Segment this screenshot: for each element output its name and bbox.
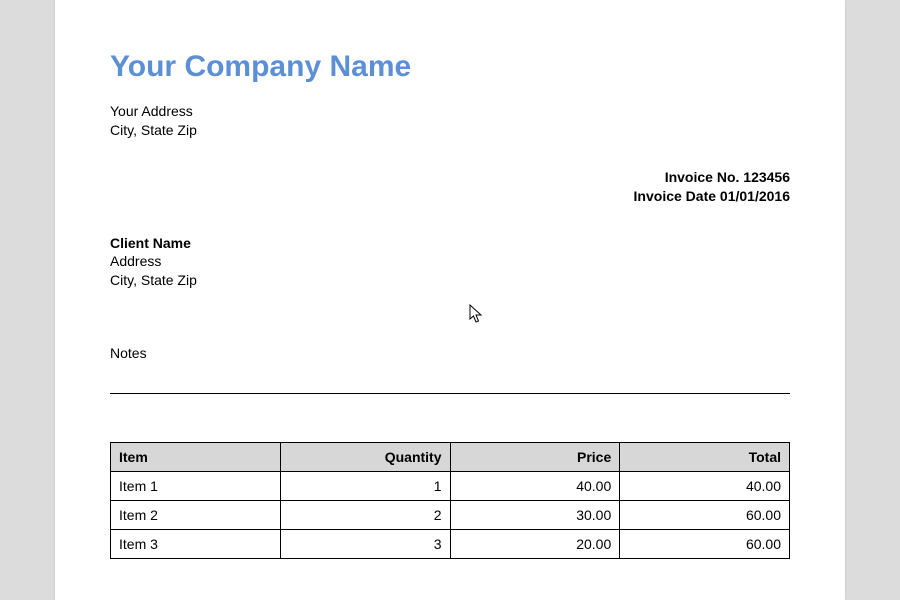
header-price: Price	[450, 443, 620, 472]
cell-total: 40.00	[620, 472, 790, 501]
table-header-row: Item Quantity Price Total	[111, 443, 790, 472]
cell-price: 30.00	[450, 501, 620, 530]
company-name: Your Company Name	[110, 50, 790, 84]
company-address: Your Address City, State Zip	[110, 102, 790, 140]
cell-item: Item 2	[111, 501, 281, 530]
invoice-number-value: 123456	[743, 169, 790, 185]
invoice-page: Your Company Name Your Address City, Sta…	[55, 0, 845, 600]
table-row: Item 1 1 40.00 40.00	[111, 472, 790, 501]
cell-quantity: 1	[280, 472, 450, 501]
invoice-number: Invoice No. 123456	[110, 168, 790, 187]
notes-rule	[110, 393, 790, 394]
cell-price: 20.00	[450, 530, 620, 559]
company-address-line1: Your Address	[110, 102, 790, 121]
invoice-date: Invoice Date 01/01/2016	[110, 187, 790, 206]
client-address-line1: Address	[110, 252, 790, 271]
header-total: Total	[620, 443, 790, 472]
invoice-number-label: Invoice No.	[665, 169, 740, 185]
invoice-date-label: Invoice Date	[634, 188, 716, 204]
items-table: Item Quantity Price Total Item 1 1 40.00…	[110, 442, 790, 559]
cell-total: 60.00	[620, 501, 790, 530]
cell-quantity: 3	[280, 530, 450, 559]
cell-item: Item 1	[111, 472, 281, 501]
notes-label: Notes	[110, 345, 790, 361]
invoice-meta: Invoice No. 123456 Invoice Date 01/01/20…	[110, 168, 790, 206]
cell-quantity: 2	[280, 501, 450, 530]
table-row: Item 2 2 30.00 60.00	[111, 501, 790, 530]
cell-price: 40.00	[450, 472, 620, 501]
client-name: Client Name	[110, 234, 790, 253]
notes-section: Notes	[110, 345, 790, 394]
table-row: Item 3 3 20.00 60.00	[111, 530, 790, 559]
company-address-line2: City, State Zip	[110, 121, 790, 140]
client-address-line2: City, State Zip	[110, 271, 790, 290]
client-block: Client Name Address City, State Zip	[110, 234, 790, 291]
header-quantity: Quantity	[280, 443, 450, 472]
cell-total: 60.00	[620, 530, 790, 559]
cell-item: Item 3	[111, 530, 281, 559]
header-item: Item	[111, 443, 281, 472]
invoice-date-value: 01/01/2016	[720, 188, 790, 204]
